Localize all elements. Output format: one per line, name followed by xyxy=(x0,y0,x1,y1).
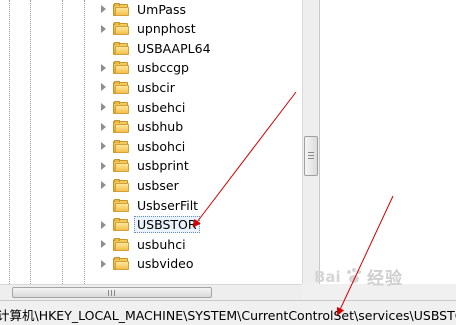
registry-path: 计算机\HKEY_LOCAL_MACHINE\SYSTEM\CurrentCon… xyxy=(0,308,456,323)
tree-item[interactable]: usbhub xyxy=(98,118,186,136)
expand-arrow-icon[interactable] xyxy=(98,220,108,230)
horizontal-scroll-thumb[interactable] xyxy=(12,287,212,298)
vertical-scrollbar[interactable] xyxy=(302,0,319,284)
expand-arrow-icon[interactable] xyxy=(98,82,108,92)
tree-item-label: UmPass xyxy=(137,1,186,17)
tree-item[interactable]: usbcir xyxy=(98,78,178,96)
folder-icon xyxy=(113,80,129,94)
folder-icon xyxy=(113,159,129,173)
folder-icon xyxy=(113,218,129,232)
baidu-paw-logo: Bai xyxy=(314,268,361,286)
folder-icon xyxy=(113,100,129,114)
tree-item-label: usbohci xyxy=(137,138,186,154)
expand-arrow-icon xyxy=(98,200,108,210)
tree-item-label: usbuhci xyxy=(137,236,186,252)
tree-item-label: USBSTOR xyxy=(134,216,200,234)
tree-item[interactable]: usbvideo xyxy=(98,255,197,273)
tree-item[interactable]: UsbserFilt xyxy=(98,196,201,214)
horizontal-scrollbar[interactable] xyxy=(0,284,302,300)
expand-arrow-icon[interactable] xyxy=(98,239,108,249)
tree-guide-line xyxy=(30,0,31,284)
expand-arrow-icon[interactable] xyxy=(98,102,108,112)
folder-icon xyxy=(113,257,129,271)
folder-icon xyxy=(113,61,129,75)
tree-item-label: usbhub xyxy=(137,119,184,135)
expand-arrow-icon[interactable] xyxy=(98,161,108,171)
tree-item-label: USBAAPL64 xyxy=(137,40,211,56)
tree-item[interactable]: usbohci xyxy=(98,137,188,155)
expand-arrow-icon[interactable] xyxy=(98,259,108,269)
tree-item[interactable]: usbehci xyxy=(98,98,188,116)
expand-arrow-icon[interactable] xyxy=(98,122,108,132)
tree-guide-line xyxy=(9,0,10,284)
tree-item[interactable]: USBAAPL64 xyxy=(98,39,214,57)
expand-arrow-icon xyxy=(98,43,108,53)
expand-arrow-icon[interactable] xyxy=(98,63,108,73)
baidu-watermark: Bai 经验 xyxy=(312,262,452,292)
tree-guide-line xyxy=(84,0,85,284)
tree-item-label: usbprint xyxy=(137,158,189,174)
status-bar: 计算机\HKEY_LOCAL_MACHINE\SYSTEM\CurrentCon… xyxy=(0,300,456,325)
values-pane[interactable] xyxy=(319,0,456,284)
folder-icon xyxy=(113,237,129,251)
vertical-scroll-thumb[interactable] xyxy=(304,136,318,176)
tree-item-label: usbehci xyxy=(137,99,186,115)
registry-tree-pane[interactable]: UmPass upnphost USBAAPL64 usbccgp usbcir usbe… xyxy=(0,0,302,284)
folder-icon xyxy=(113,41,129,55)
tree-item[interactable]: USBSTOR xyxy=(98,216,200,234)
folder-icon xyxy=(113,120,129,134)
tree-item-label: upnphost xyxy=(137,21,196,37)
tree-item[interactable]: usbser xyxy=(98,176,182,194)
tree-item[interactable]: upnphost xyxy=(98,20,199,38)
folder-icon xyxy=(113,22,129,36)
tree-item[interactable]: usbccgp xyxy=(98,59,192,77)
tree-item[interactable]: UmPass xyxy=(98,0,189,18)
tree-item-label: usbser xyxy=(137,177,179,193)
expand-arrow-icon[interactable] xyxy=(98,141,108,151)
folder-icon xyxy=(113,139,129,153)
folder-icon xyxy=(113,198,129,212)
tree-item-label: UsbserFilt xyxy=(137,197,199,213)
tree-item-label: usbcir xyxy=(137,79,175,95)
folder-icon xyxy=(113,178,129,192)
expand-arrow-icon[interactable] xyxy=(98,180,108,190)
tree-item-label: usbccgp xyxy=(137,60,189,76)
folder-icon xyxy=(113,2,129,16)
svg-text:Bai: Bai xyxy=(314,268,341,286)
tree-item[interactable]: usbprint xyxy=(98,157,192,175)
tree-item[interactable]: usbuhci xyxy=(98,235,189,253)
tree-item-label: usbvideo xyxy=(137,256,194,272)
expand-arrow-icon[interactable] xyxy=(98,24,108,34)
tree-guide-line xyxy=(62,0,63,284)
expand-arrow-icon[interactable] xyxy=(98,4,108,14)
watermark-text: 经验 xyxy=(367,269,403,289)
